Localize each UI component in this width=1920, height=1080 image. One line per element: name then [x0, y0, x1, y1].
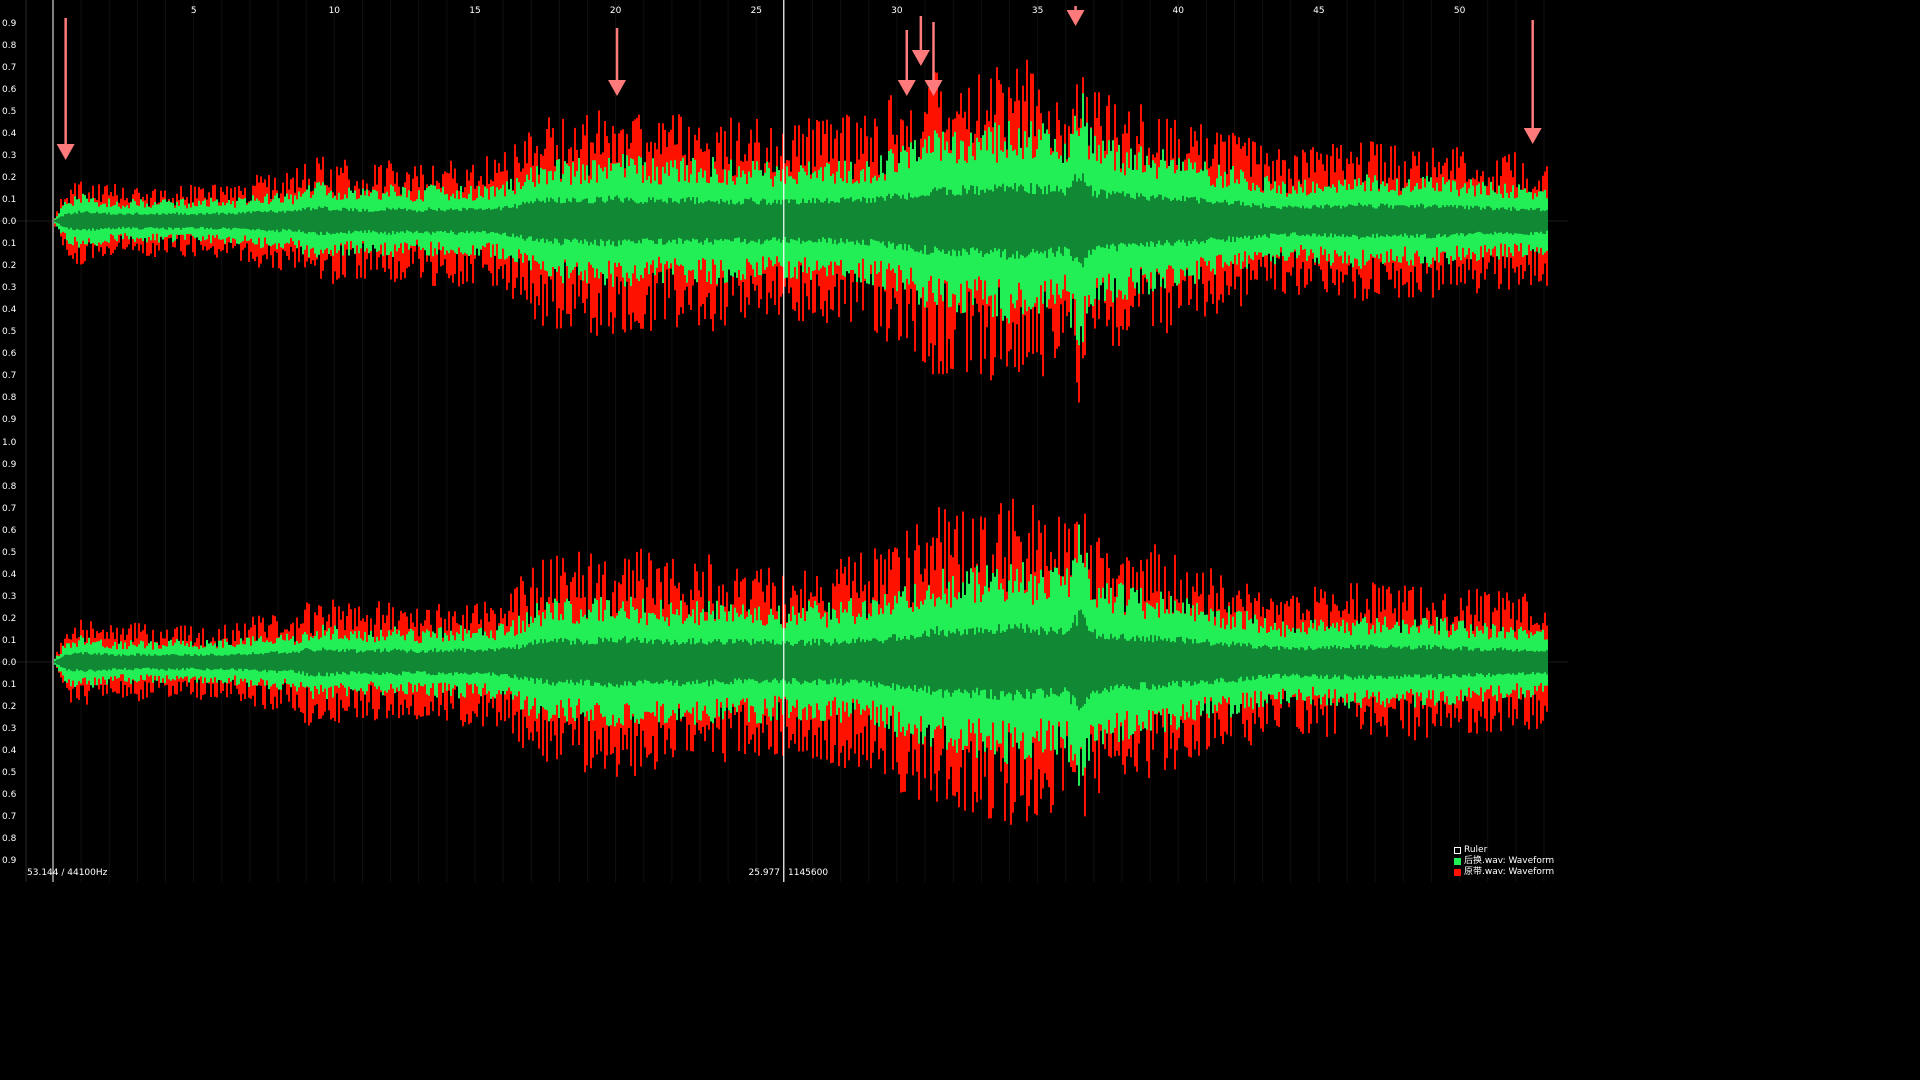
amp-tick-label: 0.9	[2, 460, 17, 470]
waveform-viewer[interactable]: 0.9 0.8 0.7 0.6 0.5 0.4 0.3 0.2 0.1 0.0 0.1 0.2 0.3 0…	[0, 0, 1568, 882]
amp-tick-label: 0.5	[2, 327, 16, 337]
legend-label-series-a: 后换.wav: Waveform	[1464, 856, 1555, 866]
amp-tick-label: 0.9	[2, 856, 17, 866]
amp-tick-label: 0.1	[2, 680, 16, 690]
amp-tick-label: 0.3	[2, 724, 16, 734]
amp-tick-label: 0.5	[2, 107, 16, 117]
amp-tick-label: 0.1	[2, 239, 16, 249]
amp-tick-label: 0.9	[2, 19, 17, 29]
amp-tick-label: 0.1	[2, 636, 16, 646]
time-tick-label: 25	[751, 6, 762, 16]
amp-tick-label: 0.7	[2, 504, 16, 514]
amp-tick-label: 0.5	[2, 768, 16, 778]
series-b-swatch-icon	[1454, 869, 1461, 876]
amp-tick-label: 0.0	[2, 217, 17, 227]
duration-samplerate-readout: 53.144 / 44100Hz	[27, 868, 108, 878]
cursor-time-readout: 25.977	[749, 868, 781, 878]
amp-tick-label: 0.8	[2, 834, 17, 844]
legend-label-ruler: Ruler	[1464, 845, 1488, 855]
time-tick-label: 5	[191, 6, 197, 16]
amp-tick-label: 0.2	[2, 261, 16, 271]
time-tick-label: 45	[1313, 6, 1324, 16]
time-tick-label: 15	[469, 6, 480, 16]
amp-tick-label: 0.4	[2, 570, 17, 580]
amp-tick-label: 0.2	[2, 614, 16, 624]
amp-tick-label: 0.4	[2, 746, 17, 756]
legend-item-series-a[interactable]: 后换.wav: Waveform	[1454, 856, 1564, 867]
amp-tick-label: 0.6	[2, 349, 17, 359]
amp-tick-label: 0.9	[2, 415, 17, 425]
time-tick-label: 50	[1454, 6, 1466, 16]
amp-tick-label: 0.4	[2, 129, 17, 139]
series-a-swatch-icon	[1454, 858, 1461, 865]
amp-tick-label: 0.7	[2, 371, 16, 381]
legend-item-series-b[interactable]: 原带.wav: Waveform	[1454, 867, 1564, 878]
amp-tick-label: 0.8	[2, 41, 17, 51]
amp-tick-label: 0.7	[2, 63, 16, 73]
legend-label-series-b: 原带.wav: Waveform	[1464, 867, 1555, 877]
waveform-chart[interactable]: 0.9 0.8 0.7 0.6 0.5 0.4 0.3 0.2 0.1 0.0 0.1 0.2 0.3 0…	[0, 0, 1568, 882]
chart-legend: Ruler 后换.wav: Waveform 原带.wav: Waveform	[1454, 845, 1564, 878]
amp-tick-label: 0.3	[2, 151, 16, 161]
amp-tick-label: 0.5	[2, 548, 16, 558]
amp-tick-label: 1.0	[2, 438, 17, 448]
amp-tick-label: 0.8	[2, 482, 17, 492]
ruler-swatch-icon	[1454, 847, 1461, 854]
time-tick-label: 35	[1032, 6, 1043, 16]
amp-tick-label: 0.2	[2, 702, 16, 712]
amp-tick-label: 0.6	[2, 526, 17, 536]
amp-tick-label: 0.3	[2, 283, 16, 293]
amp-tick-label: 0.0	[2, 658, 17, 668]
amp-tick-label: 0.6	[2, 85, 17, 95]
amp-tick-label: 0.7	[2, 812, 16, 822]
time-tick-label: 40	[1172, 6, 1184, 16]
amp-tick-label: 0.8	[2, 393, 17, 403]
amp-tick-label: 0.4	[2, 305, 17, 315]
amp-tick-label: 0.2	[2, 173, 16, 183]
legend-item-ruler[interactable]: Ruler	[1454, 845, 1564, 856]
time-tick-label: 10	[329, 6, 341, 16]
time-tick-label: 30	[891, 6, 903, 16]
time-tick-label: 20	[610, 6, 622, 16]
amp-tick-label: 0.3	[2, 592, 16, 602]
amp-tick-label: 0.6	[2, 790, 17, 800]
amp-tick-label: 0.1	[2, 195, 16, 205]
cursor-sample-readout: 1145600	[788, 868, 828, 878]
